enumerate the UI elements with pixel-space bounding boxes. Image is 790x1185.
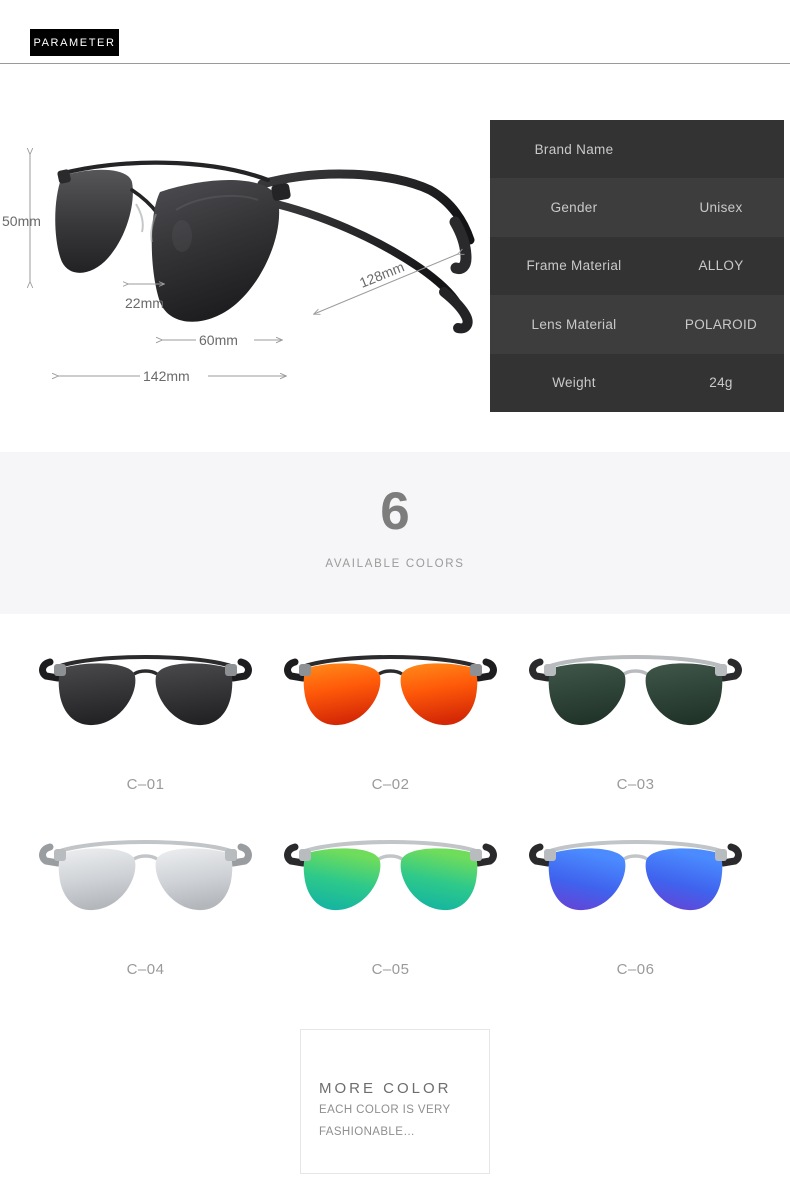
color-option-label: C–06	[616, 961, 655, 978]
spec-label: Brand Name	[534, 141, 614, 157]
color-option-c06[interactable]: C–06	[504, 817, 767, 1002]
color-option-c04[interactable]: C–04	[14, 817, 277, 1002]
color-count: 6	[380, 482, 410, 541]
sunglasses-illustration	[55, 160, 475, 334]
table-row: Frame Material ALLOY	[490, 237, 784, 295]
spec-label: Gender	[550, 200, 598, 216]
product-detail-page: PARAMETER 50mm 22mm 128mm 60mm 142mm Bra…	[0, 0, 790, 1185]
header-divider	[0, 63, 790, 64]
available-colors-banner: 6 AVAILABLE COLORS	[0, 452, 790, 614]
parameter-section: 50mm 22mm 128mm 60mm 142mm Brand Name Ge…	[0, 80, 790, 440]
spec-value: 24g	[709, 375, 733, 391]
dimension-lens-height: 50mm	[2, 154, 41, 282]
specification-table: Brand Name Gender Unisex Frame Material …	[490, 120, 784, 412]
sunglasses-dimension-diagram: 50mm 22mm 128mm 60mm 142mm	[0, 118, 480, 418]
table-row: Weight 24g	[490, 354, 784, 412]
dimension-label-142mm: 142mm	[143, 368, 190, 384]
sunglasses-front-view-icon	[14, 817, 277, 957]
more-color-line-2: FASHIONABLE…	[319, 1126, 416, 1138]
sunglasses-front-view-icon	[504, 817, 767, 957]
spec-label: Frame Material	[526, 258, 622, 274]
color-option-label: C–04	[126, 961, 165, 978]
more-color-line-1: EACH COLOR IS VERY	[319, 1104, 451, 1116]
color-option-c03[interactable]: C–03	[504, 632, 767, 817]
more-color-card[interactable]: MORE COLOR EACH COLOR IS VERY FASHIONABL…	[300, 1029, 490, 1174]
color-option-c01[interactable]: C–01	[14, 632, 277, 817]
table-row: Gender Unisex	[490, 178, 784, 237]
spec-value: POLAROID	[684, 316, 758, 332]
sunglasses-front-view-icon	[259, 817, 522, 957]
dimension-label-50mm: 50mm	[2, 213, 41, 229]
color-option-label: C–05	[371, 961, 410, 978]
dimension-label-60mm: 60mm	[199, 332, 238, 348]
spec-value: Unisex	[699, 200, 743, 216]
color-option-label: C–01	[126, 776, 165, 793]
more-color-title: MORE COLOR	[319, 1080, 452, 1097]
spec-label: Lens Material	[531, 316, 617, 332]
sunglasses-front-view-icon	[259, 632, 522, 772]
sunglasses-front-view-icon	[14, 632, 277, 772]
available-colors-subtitle: AVAILABLE COLORS	[325, 558, 465, 570]
dimension-label-22mm: 22mm	[125, 295, 164, 311]
color-option-c05[interactable]: C–05	[259, 817, 522, 1002]
table-row: Lens Material POLAROID	[490, 295, 784, 354]
dimension-frame-width: 142mm	[58, 364, 286, 384]
color-option-c02[interactable]: C–02	[259, 632, 522, 817]
table-row: Brand Name	[490, 120, 784, 178]
spec-value: ALLOY	[698, 258, 744, 274]
color-option-label: C–02	[371, 776, 410, 793]
dimension-lens-width: 60mm	[162, 328, 282, 348]
spec-label: Weight	[552, 375, 596, 391]
sunglasses-front-view-icon	[504, 632, 767, 772]
color-options-grid: C–01 C–02 C–03 C–04 C–05 C–06	[0, 632, 790, 1012]
parameter-section-badge: PARAMETER	[30, 29, 119, 56]
color-option-label: C–03	[616, 776, 655, 793]
